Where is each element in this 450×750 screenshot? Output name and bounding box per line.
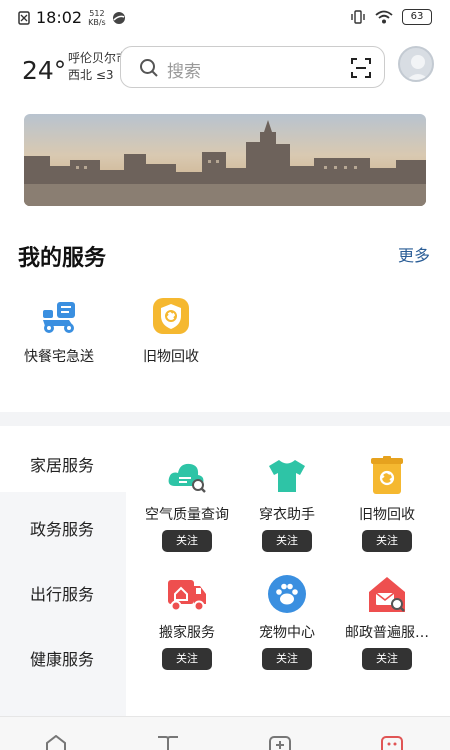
cloud-search-icon: [168, 463, 206, 493]
avatar[interactable]: [398, 46, 434, 82]
temperature: 24°: [22, 56, 67, 85]
header: 24° 呼伦贝尔市 西北 ≤3 搜索: [0, 36, 450, 106]
post-house-icon: [369, 577, 405, 612]
my-services-section: 我的服务 更多 快餐宅急送 旧物回收: [0, 220, 450, 412]
delivery-scooter-icon: [43, 302, 75, 333]
clock: 18:02: [36, 8, 83, 27]
bottom-nav: [0, 716, 450, 750]
follow-button[interactable]: 关注: [162, 648, 212, 670]
grid-item-recycle[interactable]: 旧物回收 关注: [332, 454, 442, 552]
app-status-icon: [112, 11, 125, 24]
home-icon[interactable]: [44, 735, 68, 750]
category-sidebar: 家居服务 政务服务 出行服务 健康服务 美食服务: [0, 426, 126, 734]
notification-icon: [18, 10, 30, 25]
net-speed: 512 KB/s: [88, 8, 106, 27]
grid-item-moving[interactable]: 搬家服务 关注: [132, 572, 242, 670]
paw-icon: [268, 575, 306, 613]
recycle-bin-icon: [371, 456, 403, 494]
grid-item-pet[interactable]: 宠物中心 关注: [232, 572, 342, 670]
follow-button[interactable]: 关注: [262, 530, 312, 552]
wifi-icon: [375, 10, 393, 24]
follow-button[interactable]: 关注: [362, 648, 412, 670]
grid-item-air-quality[interactable]: 空气质量查询 关注: [132, 454, 242, 552]
grid-item-dressing[interactable]: 穿衣助手 关注: [232, 454, 342, 552]
profile-icon[interactable]: [380, 735, 404, 750]
city-skyline-image: [24, 114, 426, 206]
city-name: 呼伦贝尔市: [68, 51, 129, 65]
wind-info: 西北 ≤3: [68, 68, 114, 82]
vibrate-icon: [351, 10, 365, 24]
search-input[interactable]: 搜索: [167, 57, 201, 82]
tshirt-icon: [269, 460, 305, 492]
more-link[interactable]: 更多: [398, 242, 430, 266]
category-travel[interactable]: 出行服务: [30, 581, 94, 605]
book-icon[interactable]: [156, 735, 180, 750]
scan-icon[interactable]: [350, 57, 372, 79]
city-banner[interactable]: [24, 114, 426, 206]
add-icon[interactable]: [268, 735, 292, 750]
category-home[interactable]: 家居服务: [30, 452, 94, 476]
moving-truck-icon: [168, 580, 206, 612]
service-item-recycle[interactable]: 旧物回收: [126, 296, 216, 366]
follow-button[interactable]: 关注: [262, 648, 312, 670]
service-catalog: 家居服务 政务服务 出行服务 健康服务 美食服务 空气质量查询 关注 穿衣助手 …: [0, 426, 450, 734]
weather-location[interactable]: 呼伦贝尔市 西北 ≤3: [68, 50, 128, 84]
grid-item-post[interactable]: 邮政普遍服… 关注: [332, 572, 442, 670]
recycle-badge-icon: [153, 298, 189, 334]
search-bar[interactable]: 搜索: [120, 46, 385, 88]
search-icon: [140, 59, 158, 77]
category-government[interactable]: 政务服务: [30, 516, 94, 540]
status-bar: 18:02 512 KB/s 63: [0, 0, 450, 36]
section-title: 我的服务: [18, 246, 107, 271]
user-icon: [406, 55, 430, 80]
category-health[interactable]: 健康服务: [30, 646, 94, 670]
follow-button[interactable]: 关注: [362, 530, 412, 552]
battery-indicator: 63: [402, 9, 432, 25]
service-item-delivery[interactable]: 快餐宅急送: [14, 296, 104, 366]
follow-button[interactable]: 关注: [162, 530, 212, 552]
